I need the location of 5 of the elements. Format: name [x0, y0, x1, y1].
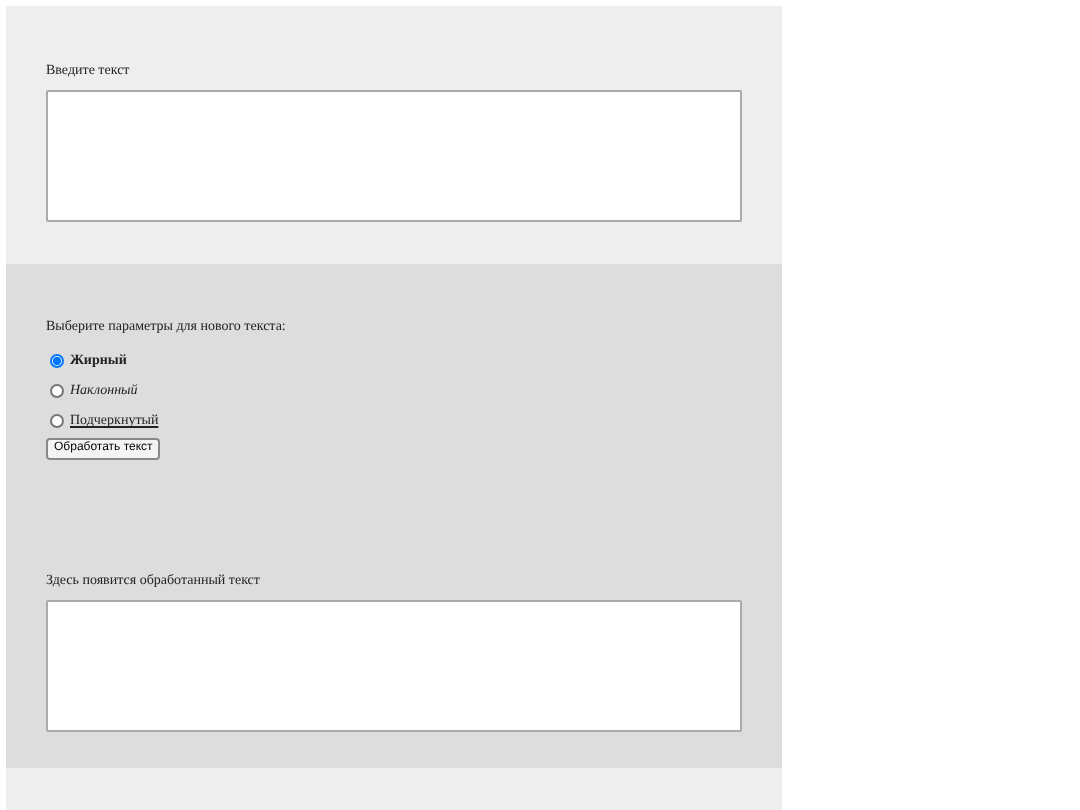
radio-button[interactable]	[50, 414, 64, 428]
radio-button[interactable]	[50, 354, 64, 368]
radio-button[interactable]	[50, 384, 64, 398]
output-field[interactable]	[46, 600, 742, 732]
input-field[interactable]	[46, 90, 742, 222]
